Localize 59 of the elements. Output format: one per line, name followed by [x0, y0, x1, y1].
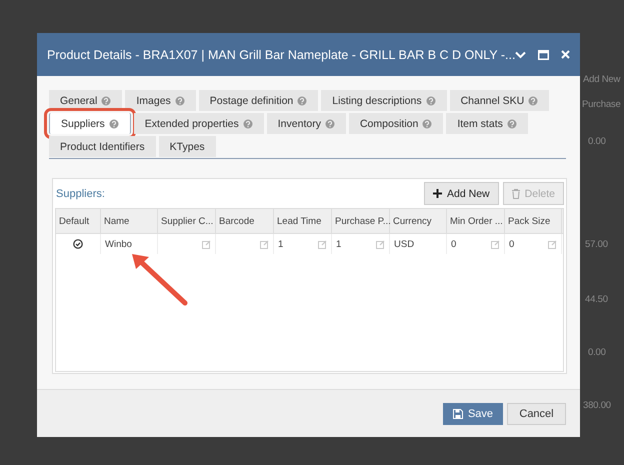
- edit-icon[interactable]: [202, 240, 211, 248]
- tab[interactable]: Item stats: [446, 113, 528, 134]
- column-header[interactable]: Default: [56, 209, 101, 233]
- table-cell: 0: [509, 238, 514, 250]
- save-button[interactable]: Save: [443, 402, 503, 424]
- tab[interactable]: Product Identifiers: [49, 136, 156, 157]
- column-header[interactable]: Barcode: [216, 209, 274, 233]
- table-cell: USD: [394, 238, 414, 250]
- column-header[interactable]: Currency: [390, 209, 447, 233]
- tab[interactable]: KTypes: [158, 136, 216, 157]
- edit-icon[interactable]: [260, 240, 269, 248]
- window-title: Product Details - BRA1X07 | MAN Grill Bar Nameplate - GRILL BAR B C D ONLY -...: [47, 48, 516, 62]
- help-icon: [506, 118, 517, 128]
- help-icon: [426, 96, 436, 106]
- background-text: Add New: [583, 74, 620, 85]
- edit-icon[interactable]: [376, 240, 385, 248]
- help-icon: [297, 96, 308, 106]
- edit-icon[interactable]: [491, 240, 500, 248]
- tab[interactable]: Listing descriptions: [321, 90, 447, 111]
- close-icon[interactable]: [561, 50, 570, 59]
- tab[interactable]: Extended properties: [134, 113, 264, 134]
- help-icon: [324, 118, 335, 128]
- background-text: 44.50: [585, 294, 608, 305]
- collapse-icon[interactable]: [515, 50, 526, 58]
- background-text: 57.00: [585, 239, 608, 250]
- column-header[interactable]: Name: [101, 209, 158, 233]
- tab[interactable]: Composition: [348, 113, 444, 134]
- table-cell: 1: [336, 238, 342, 250]
- help-icon: [422, 118, 432, 128]
- trash-icon: [512, 188, 520, 198]
- check-circle-icon[interactable]: [73, 239, 83, 249]
- help-icon: [242, 118, 253, 128]
- column-header[interactable]: Supplier C...: [158, 209, 216, 233]
- table-cell: Winbo: [105, 238, 132, 250]
- column-header[interactable]: Purchase P...: [332, 209, 390, 233]
- background-text: 0.00: [588, 136, 606, 147]
- column-header[interactable]: Lead Time: [274, 209, 332, 233]
- help-icon: [528, 96, 538, 106]
- help-icon: [174, 96, 185, 106]
- column-header[interactable]: Min Order ...: [447, 209, 505, 233]
- tab[interactable]: Postage definition: [198, 90, 318, 111]
- background-text: Purchase: [582, 99, 621, 110]
- help-icon: [108, 118, 119, 128]
- section-title: Suppliers:: [55, 188, 105, 200]
- background-text: 0.00: [588, 347, 606, 358]
- plus-icon: [433, 189, 442, 198]
- column-header[interactable]: Pack Size: [505, 209, 562, 233]
- edit-icon[interactable]: [548, 240, 557, 248]
- table-cell: 1: [278, 238, 284, 250]
- add-new-button[interactable]: Add New: [424, 182, 499, 205]
- tab[interactable]: Inventory: [266, 113, 346, 134]
- help-icon: [101, 96, 112, 106]
- background-text: 380.00: [583, 400, 611, 411]
- edit-icon[interactable]: [318, 240, 327, 248]
- table-cell: 0: [451, 238, 456, 250]
- tab[interactable]: Images: [125, 90, 196, 111]
- maximize-icon[interactable]: [538, 50, 550, 60]
- tab[interactable]: Channel SKU: [450, 90, 550, 111]
- cancel-button[interactable]: Cancel: [507, 402, 566, 424]
